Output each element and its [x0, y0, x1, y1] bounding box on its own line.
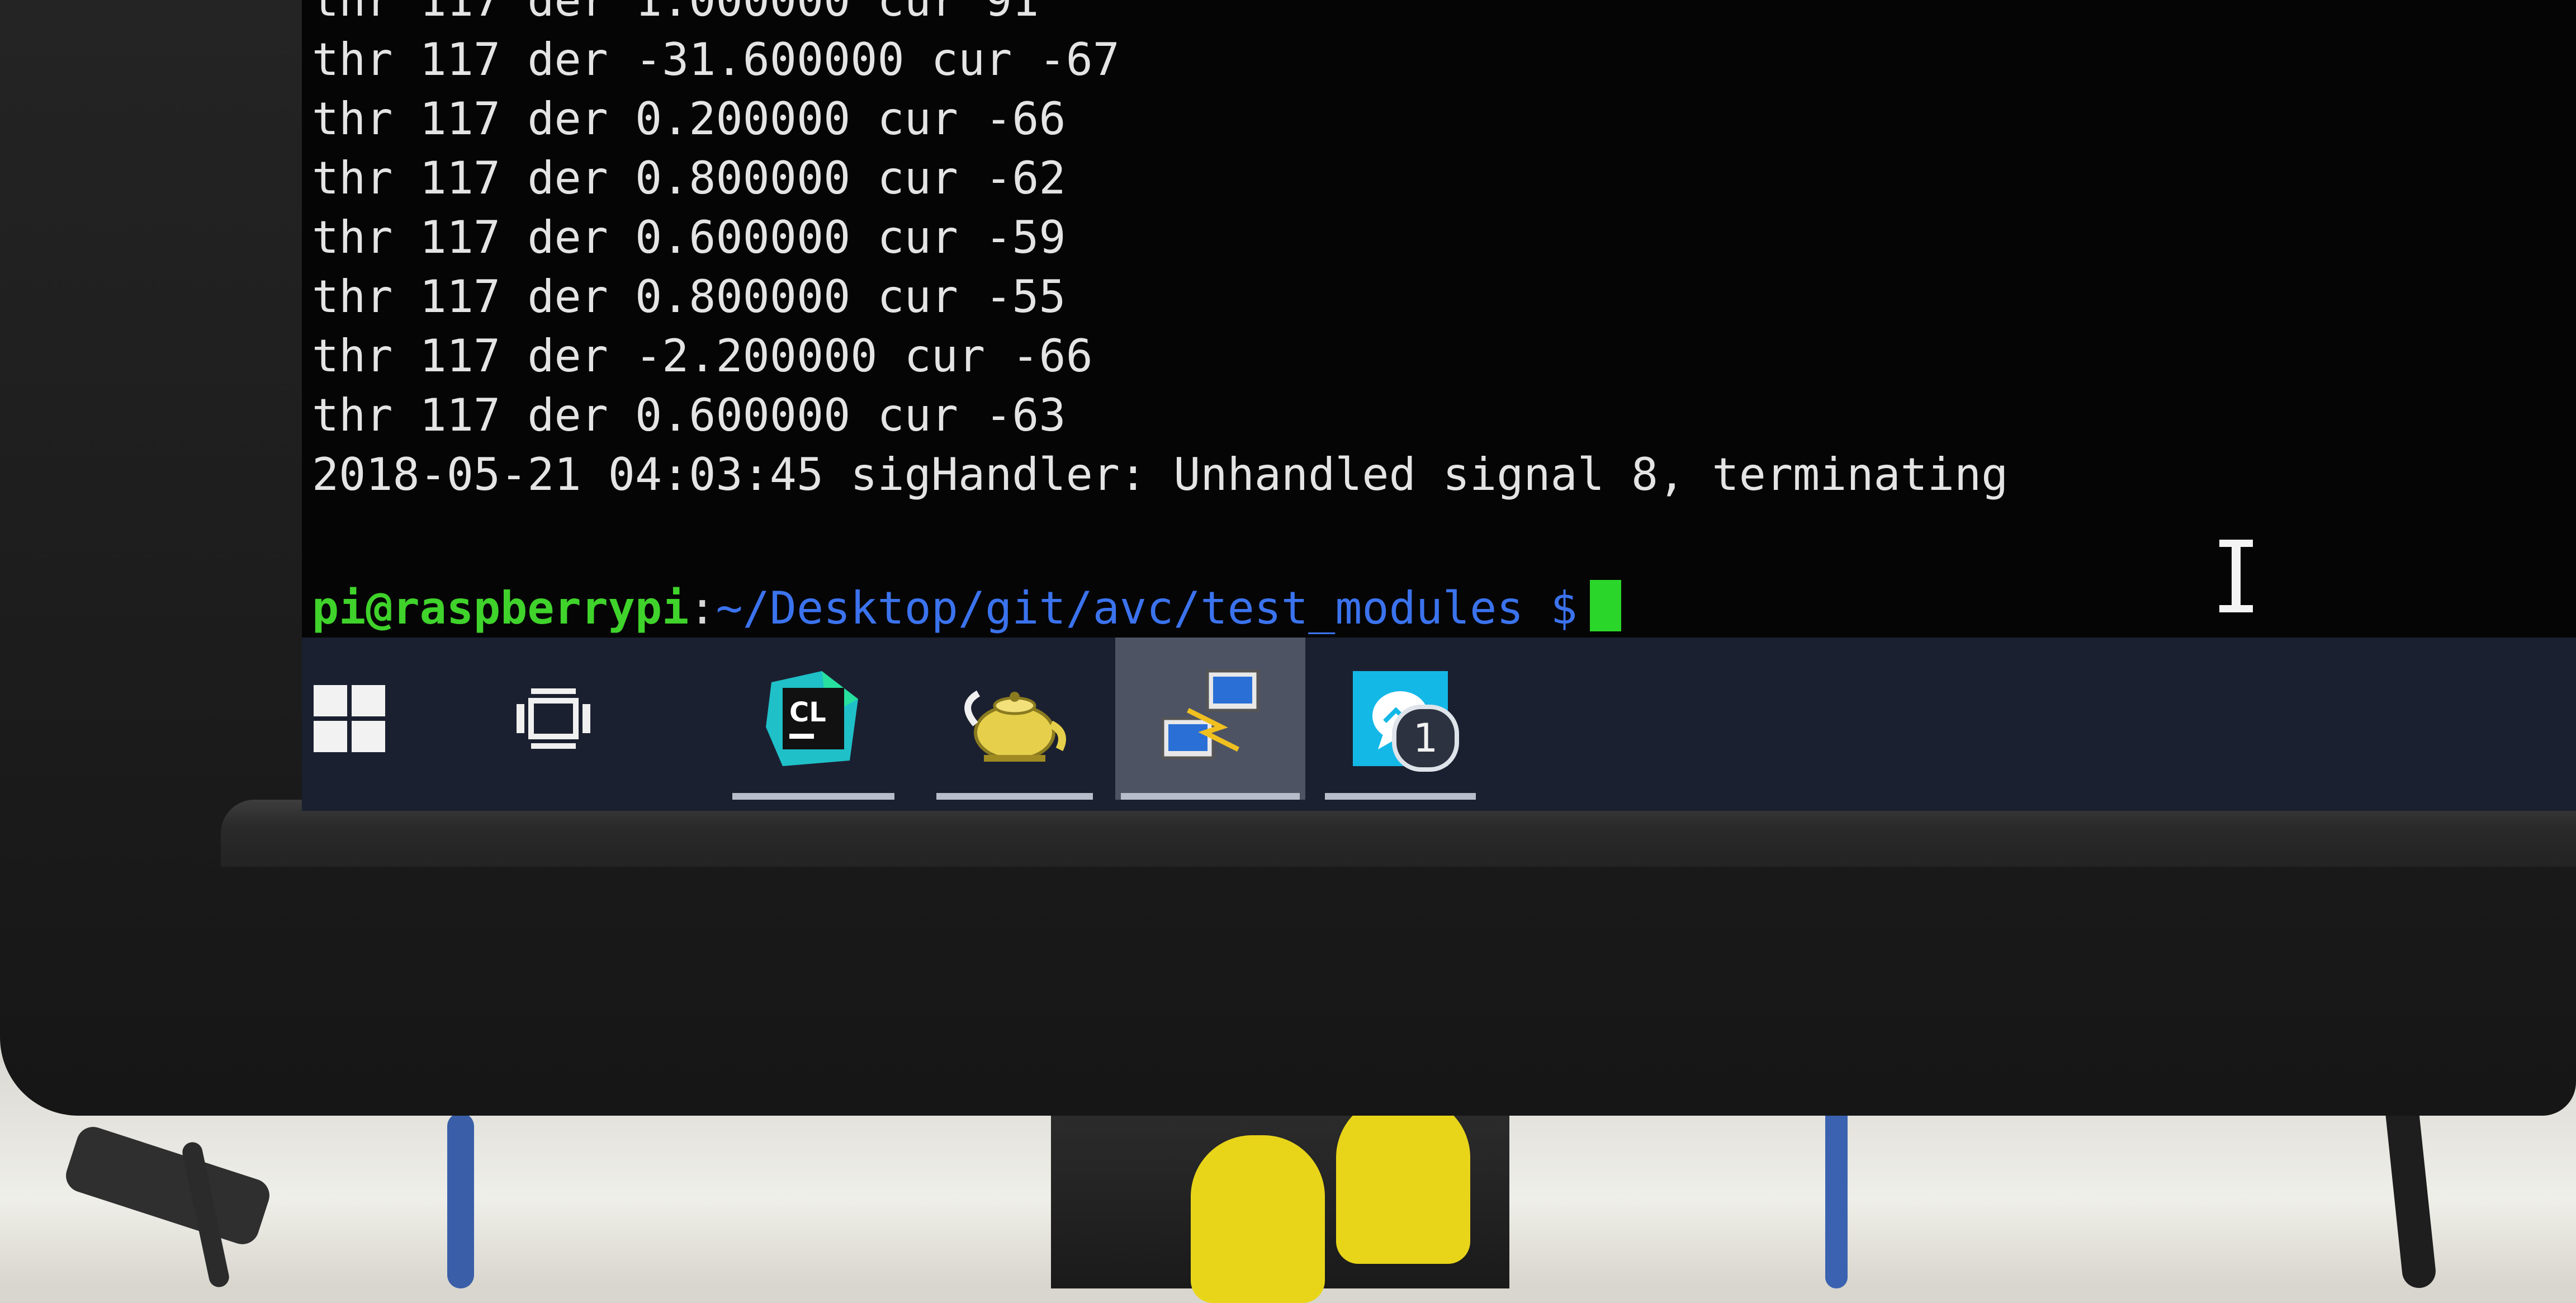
- prompt-separator: :: [689, 582, 716, 634]
- terminal-output: thr 117 der 1.000000 cur 91 thr 117 der …: [312, 0, 2008, 504]
- task-view-button[interactable]: [509, 638, 598, 800]
- shell-prompt[interactable]: pi@raspberrypi:~/Desktop/git/avc/test_mo…: [312, 579, 1621, 638]
- terminal-line: thr 117 der 0.800000 cur -62: [312, 152, 1066, 204]
- taskbar-messenger[interactable]: 1: [1319, 638, 1481, 800]
- taskbar-remote-desktop[interactable]: [1115, 638, 1305, 800]
- running-indicator: [1121, 793, 1300, 800]
- teapot-icon: [964, 690, 1066, 762]
- text-cursor: [1589, 580, 1621, 631]
- prompt-user-host: pi@raspberrypi: [312, 582, 689, 634]
- terminal-line: thr 117 der 0.800000 cur -55: [312, 271, 1066, 323]
- taskbar-clion[interactable]: CL: [727, 638, 900, 800]
- terminal-error-line: 2018-05-21 04:03:45 sigHandler: Unhandle…: [312, 449, 2009, 501]
- taskbar-teapot-app[interactable]: [931, 638, 1098, 800]
- blue-cable: [447, 1113, 474, 1288]
- notification-badge: 1: [1392, 705, 1459, 772]
- prompt-symbol: $: [1523, 582, 1578, 634]
- terminal-line: thr 117 der 0.600000 cur -63: [312, 389, 1066, 441]
- start-button[interactable]: [302, 638, 397, 800]
- terminal-window[interactable]: thr 117 der 1.000000 cur 91 thr 117 der …: [302, 0, 2576, 638]
- terminal-line: thr 117 der 0.200000 cur -66: [312, 93, 1066, 145]
- terminal-line: thr 117 der -2.200000 cur -66: [312, 330, 1093, 382]
- running-indicator: [1325, 793, 1476, 800]
- running-indicator: [936, 793, 1093, 800]
- yellow-connector: [1336, 1096, 1470, 1264]
- taskbar: CL 1: [302, 638, 2576, 811]
- prompt-path: ~/Desktop/git/avc/test_modules: [716, 582, 1524, 634]
- windows-logo-icon: [314, 685, 385, 752]
- terminal-line: thr 117 der 1.000000 cur 91: [312, 0, 1039, 26]
- monitor-screen: thr 117 der 1.000000 cur 91 thr 117 der …: [302, 0, 2576, 811]
- terminal-line: thr 117 der 0.600000 cur -59: [312, 211, 1066, 263]
- task-view-icon: [517, 688, 590, 749]
- mouse-ibeam-cursor-icon: [2219, 540, 2253, 612]
- yellow-connector: [1191, 1135, 1325, 1303]
- svg-text:CL: CL: [789, 697, 826, 728]
- clion-icon: CL: [766, 671, 858, 766]
- remote-desktop-icon: [1161, 669, 1259, 759]
- terminal-line: thr 117 der -31.600000 cur -67: [312, 34, 1120, 86]
- running-indicator: [732, 793, 894, 800]
